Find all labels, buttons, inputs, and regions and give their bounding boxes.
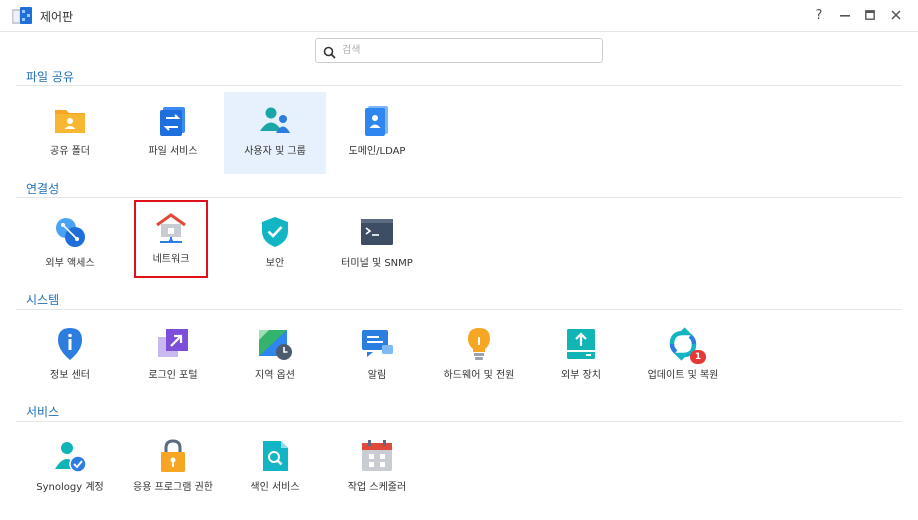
tile-label: 외부 액세스 <box>45 258 95 269</box>
network-icon <box>154 211 188 245</box>
file-services-icon <box>156 103 190 137</box>
tile-update-restore[interactable]: 1 업데이트 및 복원 <box>632 316 734 398</box>
task-scheduler-icon <box>360 439 394 473</box>
window-title: 제어판 <box>40 10 74 24</box>
control-panel-app-icon <box>12 7 32 25</box>
search-box[interactable] <box>315 38 603 63</box>
tile-label: 로그인 포털 <box>148 370 198 381</box>
maximize-icon <box>865 10 875 20</box>
tile-terminal-snmp[interactable]: 터미널 및 SNMP <box>326 204 428 286</box>
external-access-icon <box>53 215 87 249</box>
help-button[interactable]: ? <box>809 6 829 26</box>
tile-application-privileges[interactable]: 응용 프로그램 권한 <box>122 428 224 510</box>
section-divider <box>16 309 902 310</box>
tile-label: 외부 장치 <box>561 370 601 381</box>
regional-options-icon <box>258 327 292 361</box>
login-portal-icon <box>156 327 190 361</box>
tile-label: 응용 프로그램 권한 <box>133 482 213 493</box>
tile-label: 하드웨어 및 전원 <box>443 370 515 381</box>
section-title-services: 서비스 <box>26 405 60 419</box>
tile-label: 도메인/LDAP <box>348 146 406 157</box>
tile-label: 터미널 및 SNMP <box>341 258 413 269</box>
section-divider <box>16 421 902 422</box>
synology-account-icon <box>53 439 87 473</box>
tile-label: 작업 스케줄러 <box>347 482 407 493</box>
search-icon <box>323 44 336 63</box>
minimize-button[interactable] <box>835 6 855 26</box>
domain-ldap-icon <box>360 103 394 137</box>
external-devices-icon <box>564 327 598 361</box>
tile-label: Synology 계정 <box>36 482 104 493</box>
tile-synology-account[interactable]: Synology 계정 <box>19 428 121 510</box>
tile-indexing-service[interactable]: 색인 서비스 <box>224 428 326 510</box>
tile-login-portal[interactable]: 로그인 포털 <box>122 316 224 398</box>
tile-security[interactable]: 보안 <box>224 204 326 286</box>
tile-external-access[interactable]: 외부 액세스 <box>19 204 121 286</box>
tile-domain-ldap[interactable]: 도메인/LDAP <box>326 92 428 174</box>
section-divider <box>16 197 902 198</box>
tile-task-scheduler[interactable]: 작업 스케줄러 <box>326 428 428 510</box>
hardware-power-icon <box>462 327 496 361</box>
tile-label: 지역 옵션 <box>255 370 295 381</box>
tile-shared-folder[interactable]: 공유 폴더 <box>19 92 121 174</box>
search-input[interactable] <box>342 42 592 59</box>
tile-label: 색인 서비스 <box>250 482 300 493</box>
section-title-connectivity: 연결성 <box>26 182 60 196</box>
update-count-badge: 1 <box>690 350 706 364</box>
shared-folder-icon <box>53 103 87 137</box>
tile-network[interactable]: 네트워크 <box>134 200 208 278</box>
tile-hardware-power[interactable]: 하드웨어 및 전원 <box>428 316 530 398</box>
application-privileges-icon <box>156 439 190 473</box>
tile-external-devices[interactable]: 외부 장치 <box>530 316 632 398</box>
tile-label: 네트워크 <box>152 254 190 265</box>
section-divider <box>16 85 902 86</box>
title-bar: 제어판 ? <box>0 0 918 32</box>
user-group-icon <box>258 103 292 137</box>
info-center-icon <box>53 327 87 361</box>
security-shield-icon <box>258 215 292 249</box>
close-icon <box>891 10 901 20</box>
maximize-button[interactable] <box>860 6 880 26</box>
tile-label: 사용자 및 그룹 <box>244 146 306 157</box>
section-title-file-sharing: 파일 공유 <box>26 70 74 84</box>
tile-label: 보안 <box>265 258 285 269</box>
terminal-icon <box>360 215 394 249</box>
close-button[interactable] <box>886 6 906 26</box>
tile-notification[interactable]: 알림 <box>326 316 428 398</box>
indexing-service-icon <box>258 439 292 473</box>
tile-label: 정보 센터 <box>50 370 90 381</box>
minimize-icon <box>840 15 850 17</box>
notification-icon <box>360 327 394 361</box>
tile-label: 파일 서비스 <box>148 146 198 157</box>
tile-info-center[interactable]: 정보 센터 <box>19 316 121 398</box>
tile-label: 알림 <box>367 370 387 381</box>
tile-label: 업데이트 및 복원 <box>647 370 719 381</box>
tile-regional-options[interactable]: 지역 옵션 <box>224 316 326 398</box>
tile-file-services[interactable]: 파일 서비스 <box>122 92 224 174</box>
section-title-system: 시스템 <box>26 293 60 307</box>
tile-user-group[interactable]: 사용자 및 그룹 <box>224 92 326 174</box>
tile-label: 공유 폴더 <box>50 146 90 157</box>
